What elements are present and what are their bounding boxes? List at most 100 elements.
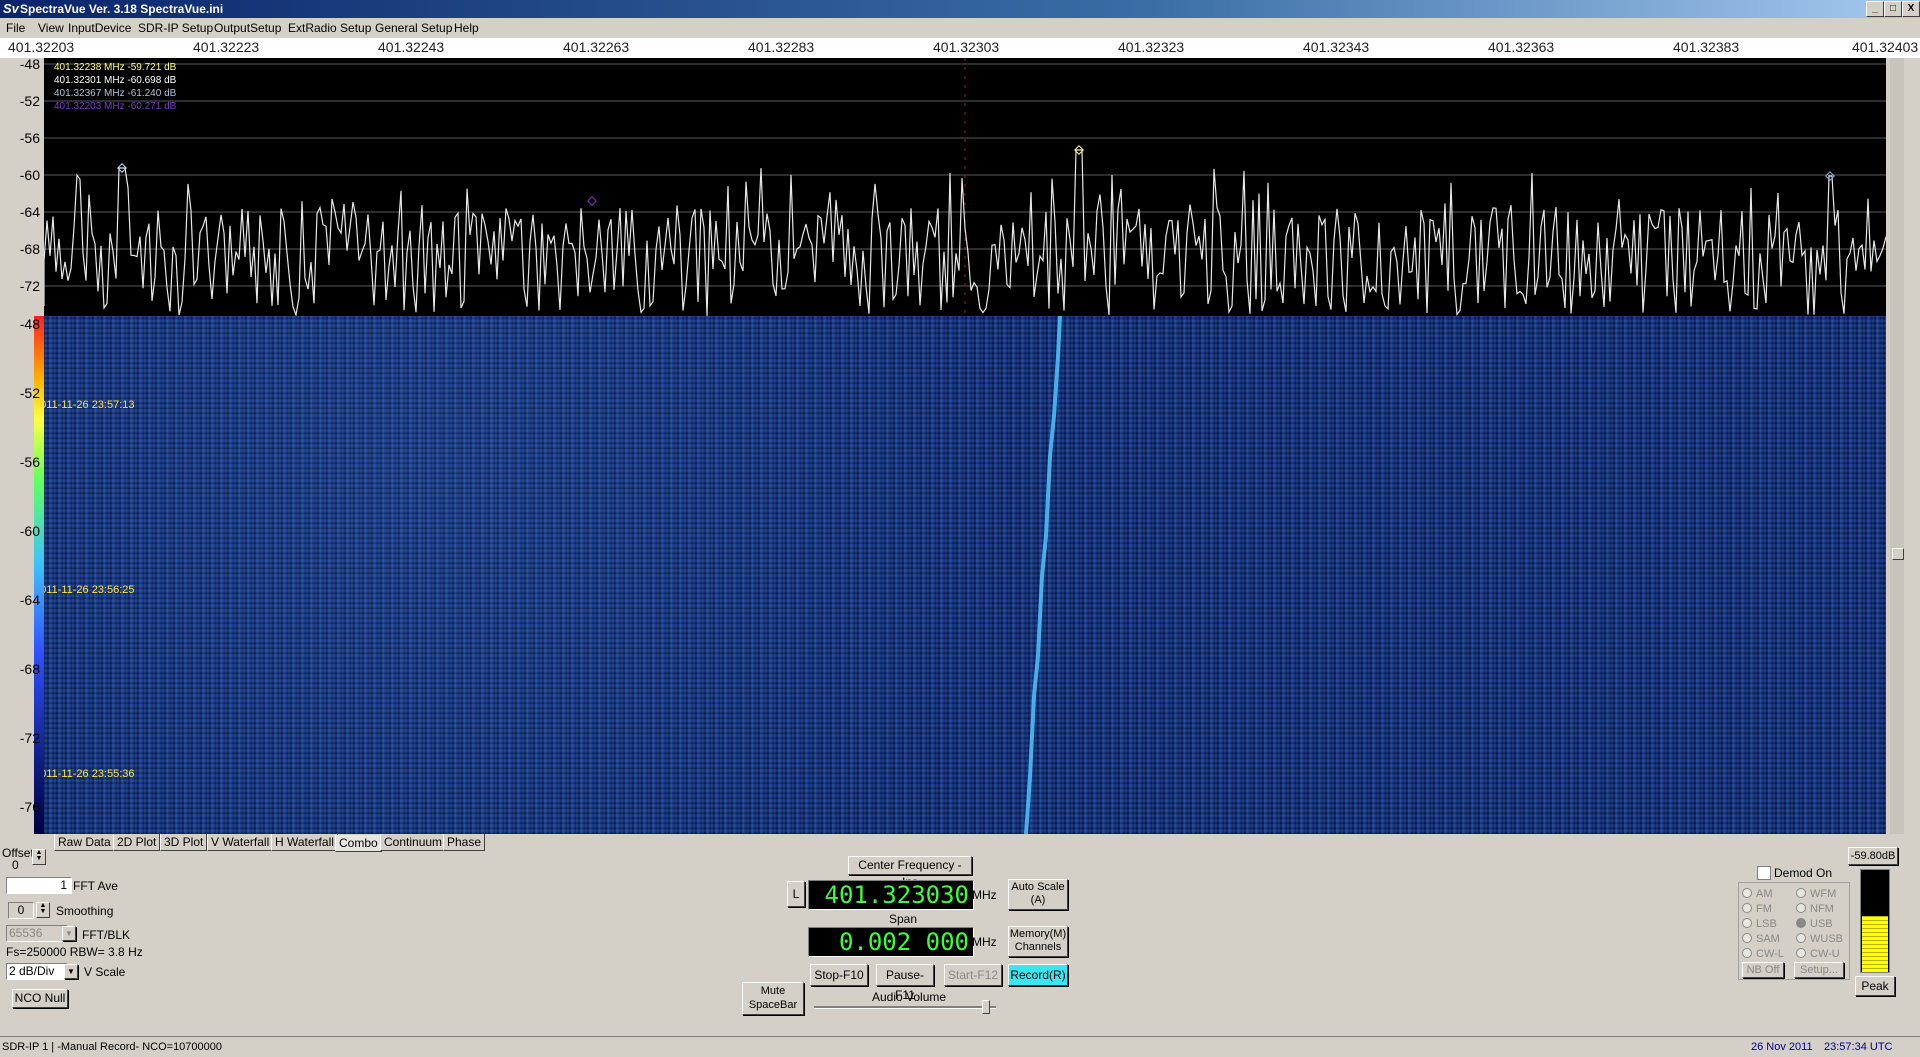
menu-help[interactable]: Help	[454, 21, 479, 35]
status-time: 23:57:34 UTC	[1824, 1041, 1893, 1053]
restore-button[interactable]: □	[1884, 1, 1902, 17]
mode-fm[interactable]: FM	[1742, 903, 1772, 915]
demod-on-label: Demod On	[1774, 866, 1833, 880]
freq-tick: 401.32363	[1488, 39, 1555, 55]
marker-readout-1: 401.32238 MHz -59.721 dB	[54, 62, 177, 73]
menu-view[interactable]: View	[38, 21, 64, 35]
mode-am[interactable]: AM	[1742, 888, 1773, 900]
spectrum-y-tick: -48	[19, 56, 40, 72]
status-left: SDR-IP 1 | -Manual Record- NCO=10700000	[2, 1041, 223, 1053]
window-title: SpectraVue Ver. 3.18 SpectraVue.ini	[20, 2, 224, 16]
demod-on-checkbox[interactable]	[1757, 866, 1771, 880]
nco-null-button[interactable]: NCO Null	[12, 989, 68, 1008]
start-button[interactable]: Start-F12	[944, 964, 1002, 986]
tab-h-waterfall[interactable]: H Waterfall	[271, 834, 338, 851]
waterfall-y-tick: -56	[19, 454, 40, 470]
stop-button[interactable]: Stop-F10	[810, 964, 868, 986]
record-button[interactable]: Record(R)	[1008, 964, 1068, 986]
spectrum-y-tick: -52	[19, 93, 40, 109]
tab-2d-plot[interactable]: 2D Plot	[113, 834, 161, 851]
vscale-select[interactable]: 2 dB/Div	[6, 963, 68, 980]
fft-ave-input[interactable]: 1	[6, 877, 72, 894]
peak-button[interactable]: Peak	[1855, 976, 1895, 996]
vscale-label: V Scale	[84, 965, 126, 979]
fft-blk-select[interactable]: 65536	[6, 925, 68, 942]
fft-blk-dropdown-icon[interactable]: ▼	[62, 926, 76, 941]
freq-tick: 401.32223	[193, 39, 260, 55]
waterfall-y-tick: -64	[19, 592, 40, 608]
mode-sam[interactable]: SAM	[1742, 933, 1780, 945]
mode-wusb[interactable]: WUSB	[1796, 933, 1843, 945]
freq-tick: 401.32283	[748, 39, 815, 55]
spectrum-trace-svg	[44, 58, 1886, 316]
signal-level-fill	[1862, 915, 1888, 972]
smoothing-label: Smoothing	[56, 904, 114, 918]
auto-scale-button[interactable]: Auto Scale (A)	[1008, 879, 1068, 910]
app-logo: Sv	[3, 1, 19, 16]
menu-inputdevice[interactable]: InputDevice	[68, 21, 131, 35]
level-scroll-thumb[interactable]	[1892, 548, 1904, 560]
nb-off-button[interactable]: NB Off	[1742, 962, 1784, 978]
freq-tick: 401.32383	[1673, 39, 1740, 55]
spectrum-y-tick: -68	[19, 241, 40, 257]
mode-lsb[interactable]: LSB	[1742, 918, 1777, 930]
offset-spinner[interactable]: ▲ ▼	[32, 849, 46, 865]
waterfall-y-tick: -48	[19, 316, 40, 332]
tab-phase[interactable]: Phase	[443, 834, 486, 851]
center-frequency-button[interactable]: Center Frequency - Ins	[848, 856, 972, 889]
mode-cw-u[interactable]: CW-U	[1796, 948, 1840, 960]
smoothing-spinner[interactable]: ▲ ▼	[36, 902, 50, 918]
mute-button[interactable]: Mute SpaceBar	[742, 982, 804, 1015]
mode-usb[interactable]: USB	[1796, 918, 1833, 930]
demod-setup-button[interactable]: Setup...	[1794, 962, 1844, 978]
frequency-axis: 401.32203 401.32223 401.32243 401.32263 …	[0, 38, 1920, 58]
audio-volume-label: Audio Volume	[872, 990, 947, 1004]
level-scrollbar[interactable]	[1890, 58, 1904, 834]
spectrum-plot[interactable]: 401.32238 MHz -59.721 dB 401.32301 MHz -…	[44, 58, 1886, 316]
level-readout: -59.80dB	[1848, 847, 1898, 865]
tab-3d-plot[interactable]: 3D Plot	[160, 834, 208, 851]
close-button[interactable]: X	[1902, 1, 1920, 17]
center-frequency-display[interactable]: 401.323030	[808, 880, 974, 910]
tab-continuum[interactable]: Continuum	[380, 834, 447, 851]
smoothing-input[interactable]: 0	[8, 902, 34, 919]
waterfall-y-tick: -52	[19, 385, 40, 401]
marker-readout-4: 401.32203 MHz -60.271 dB	[54, 101, 177, 112]
pause-button[interactable]: Pause-F11	[876, 964, 934, 1002]
tab-v-waterfall[interactable]: V Waterfall	[207, 834, 274, 851]
audio-volume-track[interactable]	[814, 1006, 996, 1009]
freq-tick: 401.32263	[563, 39, 630, 55]
signal-trace-svg	[1024, 316, 1062, 834]
mode-nfm[interactable]: NFM	[1796, 903, 1834, 915]
tab-raw-data[interactable]: Raw Data	[54, 834, 115, 851]
l-button[interactable]: L	[787, 881, 805, 907]
minimize-button[interactable]: _	[1866, 1, 1884, 17]
mode-cw-l[interactable]: CW-L	[1742, 948, 1784, 960]
peak-marker	[587, 196, 597, 206]
fft-ave-label: FFT Ave	[73, 879, 118, 893]
audio-volume-slider[interactable]	[982, 1000, 990, 1014]
menu-outputsetup[interactable]: OutputSetup	[214, 21, 281, 35]
mode-wfm[interactable]: WFM	[1796, 888, 1836, 900]
memory-channels-button[interactable]: Memory(M) Channels	[1008, 926, 1068, 957]
waterfall-timestamp: 2011-11-26 23:57:13	[44, 399, 135, 411]
menu-general-setup[interactable]: General Setup	[375, 21, 452, 35]
offset-value: 0	[12, 858, 19, 872]
freq-tick: 401.32303	[933, 39, 1000, 55]
menu-sdr-ip-setup[interactable]: SDR-IP Setup	[138, 21, 213, 35]
menu-bar: File View InputDevice SDR-IP Setup Outpu…	[0, 18, 1920, 38]
waterfall-display[interactable]: 2011-11-26 23:57:13 2011-11-26 23:56:25 …	[44, 316, 1886, 834]
waterfall-y-tick: -60	[19, 523, 40, 539]
fs-rbw-info: Fs=250000 RBW= 3.8 Hz	[6, 945, 143, 959]
signal-level-meter	[1860, 869, 1890, 973]
menu-file[interactable]: File	[6, 21, 25, 35]
waterfall-timestamp: 2011-11-26 23:56:25	[44, 584, 135, 596]
waterfall-timestamp: 2011-11-26 23:55:36	[44, 768, 135, 780]
span-display[interactable]: 0.002 000	[808, 927, 974, 957]
status-date: 26 Nov 2011	[1751, 1041, 1813, 1053]
vscale-dropdown-icon[interactable]: ▼	[64, 964, 78, 979]
waterfall-y-tick: -76	[19, 799, 40, 815]
tab-combo[interactable]: Combo	[335, 835, 382, 852]
waterfall-y-tick: -68	[19, 661, 40, 677]
menu-extradio-setup[interactable]: ExtRadio Setup	[288, 21, 371, 35]
